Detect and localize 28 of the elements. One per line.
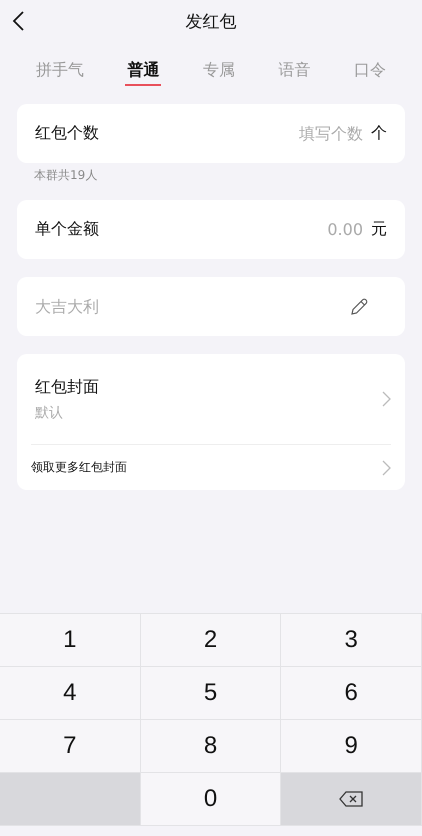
digit-key[interactable]: 3 xyxy=(281,614,422,667)
amount-input[interactable]: 0.00 xyxy=(253,220,363,239)
tab[interactable]: 普通 xyxy=(125,52,162,86)
chevron-icon xyxy=(382,391,391,407)
digit-key[interactable]: 0 xyxy=(140,773,282,826)
pencil-icon[interactable] xyxy=(349,297,369,317)
cover-label: 红包封面 xyxy=(35,376,100,398)
digit-key[interactable]: 9 xyxy=(281,720,422,773)
field-label: 单个金额 xyxy=(35,219,100,240)
member-note: 本群共19人 xyxy=(34,167,98,184)
unit-label: 个 xyxy=(371,123,387,144)
more-covers-link[interactable]: 领取更多红包封面 xyxy=(31,459,382,476)
digit-key[interactable]: 8 xyxy=(140,720,282,773)
chevron-icon xyxy=(382,460,391,476)
cover-value: 默认 xyxy=(35,404,64,422)
back-icon[interactable] xyxy=(12,10,26,32)
digit-key[interactable]: 2 xyxy=(140,614,282,667)
digit-key[interactable]: 7 xyxy=(0,720,141,773)
digit-key[interactable]: 5 xyxy=(140,667,282,720)
backspace-icon xyxy=(338,790,364,808)
page-title: 发红包 xyxy=(186,10,236,32)
digit-key[interactable]: 1 xyxy=(0,614,141,667)
digit-key[interactable]: 4 xyxy=(0,667,141,720)
greeting-input[interactable]: 大吉大利 xyxy=(17,277,405,336)
count-input[interactable]: 填写个数 xyxy=(253,124,363,143)
digit-key[interactable]: 6 xyxy=(281,667,422,720)
unit-label: 元 xyxy=(371,219,387,240)
field-label: 红包个数 xyxy=(35,123,100,144)
